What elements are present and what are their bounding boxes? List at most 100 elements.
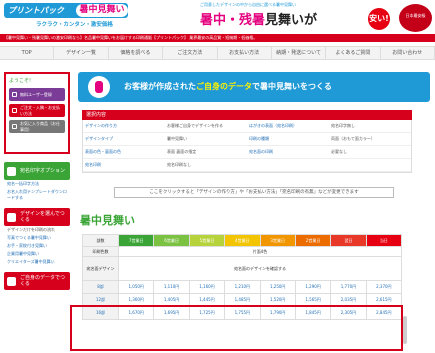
price-cell[interactable]: 1,110円 [153, 280, 190, 294]
selection-title: 選択内容 [82, 110, 412, 120]
logo-badge: 暑中見舞い [76, 4, 128, 17]
qty-cell: 8部 [82, 280, 119, 294]
nav-faq[interactable]: よくあるご質問 [326, 47, 381, 59]
selection-value: 表面 裏面の指定 [165, 146, 247, 159]
address-link-2[interactable]: お名入れ用テンプレートダウンロードする [4, 188, 70, 202]
price-cell[interactable]: 1,050円 [117, 280, 155, 294]
price-cell[interactable]: 1,670円 [117, 306, 155, 320]
nav-payment[interactable]: お支払い方法 [218, 47, 272, 59]
lowest-price-seal: 日本最安級 [399, 4, 432, 32]
promo-banner[interactable]: ご用意したデザインの中から自由に選べる暑中見舞い 暑中・残暑見舞いが [200, 2, 396, 28]
own-data-title: ご自身のデータでつくる [20, 275, 66, 287]
order-guide-label: ご注文・入稿・お支払い方法 [20, 104, 60, 116]
price-table: 部数 7営業日 6営業日 5営業日 4営業日 3営業日 2営業日 翌日 当日 印… [82, 234, 403, 320]
choose-design-title: デザインを選んでつくる [20, 211, 65, 223]
table-row: 8部 1,050円 1,110円 1,160円 1,210円 1,250円 1,… [82, 280, 403, 294]
logo-text: プリントパック [8, 6, 64, 15]
sidebar: ようこそ! 無料ユーザー登録 ご注文・入稿・お支払い方法 お気に入り商品（お仕事… [4, 72, 70, 290]
address-option-header[interactable]: 宛名印字オプション [4, 162, 70, 180]
price-cell[interactable]: 1,160円 [188, 280, 226, 294]
price-cell[interactable]: 1,485円 [224, 293, 261, 307]
selection-key[interactable]: 印刷の種類 [247, 133, 329, 146]
choose-design-text: デザインだけを印刷の流れ [7, 227, 55, 232]
day-header-same: 当日 [365, 234, 403, 247]
nav-design-list[interactable]: デザイン一覧 [54, 47, 109, 59]
site-logo[interactable]: プリントパック 暑中見舞い [4, 3, 128, 18]
price-cell[interactable]: 1,845円 [294, 306, 332, 320]
day-header-2: 2営業日 [294, 234, 332, 247]
price-cell[interactable]: 1,755円 [224, 306, 261, 320]
nav-contact[interactable]: お問い合わせ [381, 47, 435, 59]
order-guide-button[interactable]: ご注文・入稿・お支払い方法 [9, 104, 65, 117]
postcard-icon [88, 76, 110, 98]
design-link-3[interactable]: 企業用暑中見舞い [4, 250, 70, 258]
price-cell[interactable]: 2,370円 [365, 280, 403, 294]
price-cell[interactable]: 2,035円 [330, 293, 367, 307]
selection-key [247, 159, 329, 172]
selection-key[interactable]: デザインタイプ [83, 133, 165, 146]
selection-value: 宛名印字無し [329, 120, 411, 133]
price-cell[interactable]: 1,725円 [188, 306, 226, 320]
address-link-1[interactable]: 宛名一括印字方法 [4, 180, 70, 188]
selection-key[interactable]: 宛名印刷 [83, 159, 165, 172]
selection-grid: デザインの作り方 お客様ご自身でデザインを作る はがきの表面（宛名印刷） 宛名印… [82, 120, 412, 173]
price-cell[interactable]: 1,405円 [153, 293, 190, 307]
selection-box: 選択内容 デザインの作り方 お客様ご自身でデザインを作る はがきの表面（宛名印刷… [82, 110, 412, 173]
design-link-1[interactable]: 写真でつくる暑中見舞い [4, 234, 70, 242]
nav-delivery[interactable]: 納期・発送について [272, 47, 327, 59]
design-link-2[interactable]: お手・家紋付き見舞い [4, 242, 70, 250]
price-cell[interactable]: 1,695円 [153, 306, 190, 320]
selection-value: 宛名印刷なし [165, 159, 247, 172]
table-row: 宛名面デザイン 宛名面のデザインを確認する [82, 256, 402, 281]
own-data-header[interactable]: ご自身のデータでつくる [4, 272, 70, 290]
nav-order[interactable]: ご注文方法 [163, 47, 218, 59]
section-title: 暑中見舞い [80, 214, 135, 227]
table-row: 16部 1,670円 1,695円 1,725円 1,755円 1,790円 1… [82, 306, 403, 320]
selection-key[interactable]: 宛名面の印刷 [247, 146, 329, 159]
choose-design-header[interactable]: デザインを選んでつくる [4, 208, 70, 226]
price-cell[interactable]: 2,615円 [365, 293, 403, 307]
change-options-button[interactable]: ここをクリックすると「デザインの作り方」や「お支払い方法」「宛名印刷の有無」など… [114, 187, 394, 198]
price-cell[interactable]: 1,290円 [294, 280, 332, 294]
price-cell[interactable]: 1,770円 [330, 280, 367, 294]
favorites-label: お気に入り商品（お仕事用） [20, 120, 60, 132]
print-color-label: 印刷色数 [82, 246, 119, 257]
favorites-button[interactable]: お気に入り商品（お仕事用） [9, 120, 65, 133]
price-cell[interactable]: 1,790円 [259, 306, 296, 320]
price-cell[interactable]: 2,845円 [365, 306, 403, 320]
price-cell[interactable]: 2,305円 [330, 306, 367, 320]
nav-price[interactable]: 価格を調べる [109, 47, 164, 59]
cheap-badge: 安い! [368, 8, 390, 30]
day-header-4: 4営業日 [224, 234, 261, 247]
design-check-link[interactable]: 宛名面のデザインを確認する [118, 256, 402, 281]
price-cell[interactable]: 1,250円 [259, 280, 296, 294]
notice-bar: 【暑中見舞い・残暑見舞いの激安印刷なら】名品暑中見舞いをお届けする印刷通販【プリ… [0, 34, 435, 42]
price-cell[interactable]: 1,360円 [117, 293, 155, 307]
cart-icon [12, 108, 17, 113]
register-label: 無料ユーザー登録 [20, 91, 52, 97]
promo-headline: 暑中・残暑見舞いが [200, 9, 396, 28]
selection-key[interactable]: 表面の色・裏面の色 [83, 146, 165, 159]
upload-icon [7, 276, 16, 286]
price-cell[interactable]: 1,520円 [259, 293, 296, 307]
banner-text-highlight: ご自身のデータ [196, 82, 252, 91]
price-cell[interactable]: 1,210円 [224, 280, 261, 294]
register-button[interactable]: 無料ユーザー登録 [9, 88, 65, 101]
nav-top[interactable]: TOP [0, 47, 55, 59]
qty-cell: 12部 [82, 293, 119, 307]
promo-headline-pink: 暑中・残暑 [200, 13, 266, 28]
price-cell[interactable]: 1,565円 [294, 293, 332, 307]
table-scrollbar[interactable] [403, 316, 407, 344]
selection-value: 両面（おもて面カラー） [329, 133, 411, 146]
envelope-icon [7, 166, 16, 176]
price-cell[interactable]: 1,445円 [188, 293, 226, 307]
selection-key[interactable]: はがきの表面（宛名印刷） [247, 120, 329, 133]
promo-headline-black: 見舞いが [265, 13, 318, 28]
promo-subtitle: ご用意したデザインの中から自由に選べる暑中見舞い [200, 2, 296, 7]
day-header-3: 3営業日 [259, 234, 296, 247]
design-link-4[interactable]: クリエイターズ暑中見舞い [4, 258, 70, 266]
table-row: 12部 1,360円 1,405円 1,445円 1,485円 1,520円 1… [82, 293, 403, 307]
pencil-icon [7, 212, 16, 222]
day-header-7: 7営業日 [117, 234, 155, 247]
selection-key[interactable]: デザインの作り方 [83, 120, 165, 133]
